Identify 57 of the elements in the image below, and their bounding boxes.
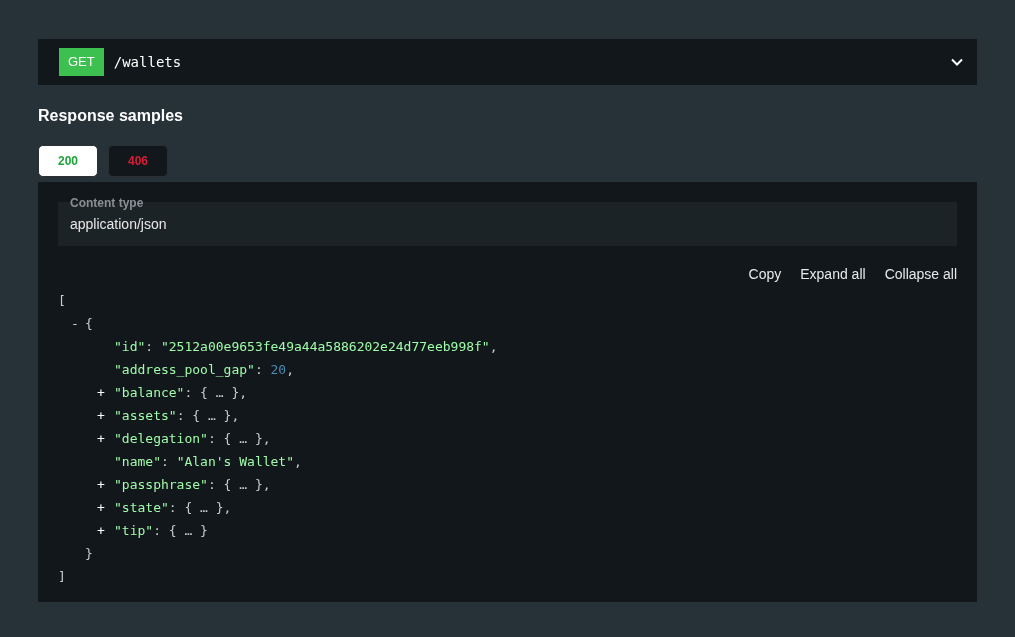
json-comma: , [294, 454, 302, 469]
json-colon: : [153, 523, 161, 538]
toggle-button[interactable]: + [97, 519, 114, 542]
json-key: "state" [114, 500, 169, 515]
field-label: Content type [70, 195, 144, 212]
json-colon: : [168, 500, 177, 515]
toggle-button[interactable]: + [97, 404, 114, 427]
json-value: { … } [192, 408, 232, 423]
json-value: "2512a00e9653fe49a44a5886202e24d77eeb998f" [160, 339, 490, 354]
json-colon: : [184, 385, 193, 400]
json-comma: , [223, 500, 232, 515]
json-value: "Alan's Wallet" [176, 454, 295, 469]
json-value: { … } [184, 500, 224, 515]
method-badge: GET [59, 48, 104, 76]
json-colon: : [207, 431, 216, 446]
json-comma: , [489, 339, 498, 354]
json-key: "name" [114, 454, 161, 469]
toggle-button[interactable]: + [97, 496, 114, 519]
json-comma: , [262, 477, 271, 492]
status-tab[interactable]: 406 [108, 145, 168, 177]
json-bracket: } [85, 546, 93, 561]
json-comma: , [286, 362, 295, 377]
json-colon: : [145, 339, 154, 354]
section-heading: Response samples [38, 106, 184, 126]
toggle-button[interactable]: + [97, 473, 114, 496]
toggle-button[interactable]: - [71, 312, 85, 335]
json-value: { … } [223, 431, 263, 446]
json-value: { … } [200, 385, 240, 400]
json-bracket: ] [58, 569, 66, 584]
json-key: "delegation" [114, 431, 208, 446]
json-bracket: [ [58, 293, 66, 308]
json-value: { … } [223, 477, 263, 492]
json-comma: , [231, 408, 240, 423]
json-key: "id" [114, 339, 146, 354]
json-value: { … } [168, 523, 208, 538]
json-colon: : [254, 362, 263, 377]
json-key: "address_pool_gap" [114, 362, 255, 377]
json-key: "passphrase" [114, 477, 208, 492]
json-value: 20 [270, 362, 287, 377]
json-colon: : [176, 408, 185, 423]
action-button[interactable]: Collapse all [865, 264, 957, 285]
json-colon: : [207, 477, 216, 492]
json-key: "balance" [114, 385, 185, 400]
endpoint-bar[interactable]: GET /wallets [38, 39, 977, 85]
json-key: "assets" [114, 408, 177, 423]
json-colon: : [160, 454, 169, 469]
chevron-icon[interactable] [951, 58, 963, 66]
action-button[interactable]: Copy [729, 264, 782, 285]
json-bracket: { [85, 316, 93, 331]
toggle-button[interactable]: + [97, 381, 114, 404]
json-comma: , [239, 385, 248, 400]
toggle-button[interactable]: + [97, 427, 114, 450]
json-comma: , [262, 431, 271, 446]
action-button[interactable]: Expand all [781, 264, 866, 285]
json-key: "tip" [114, 523, 154, 538]
endpoint-path: /wallets [113, 52, 182, 72]
field-value: application/json [70, 216, 167, 232]
